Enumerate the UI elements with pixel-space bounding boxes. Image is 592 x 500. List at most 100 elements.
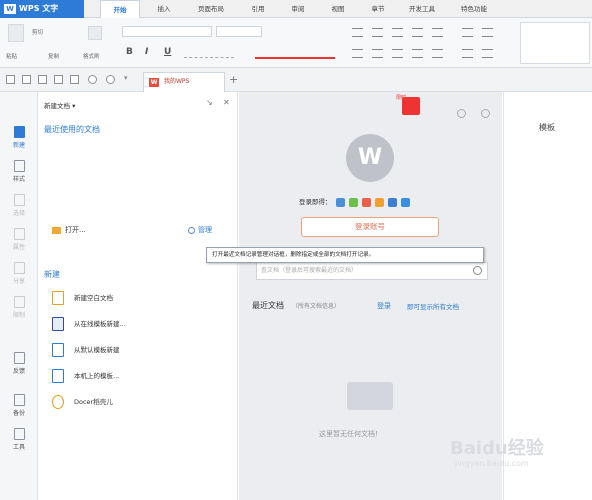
paste-icon[interactable] <box>8 24 24 42</box>
search-icon[interactable] <box>473 266 482 275</box>
roaming-perk-icon <box>374 197 384 207</box>
font-effects-group[interactable] <box>184 49 234 58</box>
gift-icon[interactable] <box>402 97 420 115</box>
print-preview-icon[interactable] <box>70 75 79 84</box>
docer-item[interactable]: Docer稻壳儿 <box>52 394 113 412</box>
tab-page-layout[interactable]: 页面布局 <box>185 0 237 18</box>
tab-references[interactable]: 引用 <box>240 0 276 18</box>
menu-bar: W WPS 文字 开始 插入 页面布局 引用 审阅 视图 章节 开发工具 特色功能 <box>0 0 592 18</box>
numbering-icon[interactable] <box>372 28 383 37</box>
sort-icon[interactable] <box>432 28 443 37</box>
sidebar-label: 分享 <box>12 278 25 285</box>
font-name-select[interactable] <box>122 26 212 37</box>
tab-view[interactable]: 视图 <box>320 0 356 18</box>
sidebar-item-style[interactable]: 样式 <box>0 156 38 190</box>
sidebar-item-feedback[interactable]: 反馈 <box>0 348 38 382</box>
restrict-icon <box>13 296 25 308</box>
bold-button[interactable]: B <box>126 47 133 57</box>
new-doc-icon <box>13 126 25 138</box>
align-left-icon[interactable] <box>352 49 363 58</box>
doc-tab-my-wps[interactable]: W 我的WPS <box>143 72 225 92</box>
italic-button[interactable]: I <box>145 47 148 57</box>
tab-features[interactable]: 特色功能 <box>450 0 498 18</box>
watermark-url: jingyan.baidu.com <box>455 459 529 468</box>
panel-title[interactable]: 新建文档 ▾ <box>44 100 75 110</box>
login-button[interactable]: 登录账号 <box>301 217 439 237</box>
sidebar-item-new[interactable]: 新建 <box>0 122 38 156</box>
sidebar-label: 属性 <box>12 244 25 251</box>
new-from-default-template-item[interactable]: 从默认模板新建 <box>52 342 120 360</box>
new-blank-doc-item[interactable]: 新建空白文档 <box>52 290 113 308</box>
list-item-label: Docer稻壳儿 <box>74 398 113 406</box>
pin-icon[interactable]: ↘ <box>206 98 213 107</box>
font-size-select[interactable] <box>216 26 262 37</box>
copy-button[interactable]: 复制 <box>48 52 59 60</box>
new-document-panel: 新建文档 ▾ ↘ ✕ 最近使用的文档 打开... 管理 新建 新建空白文档 从在… <box>38 92 238 500</box>
empty-state-text: 这里暂无任何文档! <box>319 430 378 438</box>
show-marks-icon[interactable] <box>482 28 493 37</box>
format-painter-icon[interactable] <box>88 26 102 40</box>
new-from-online-template-item[interactable]: 从在线模板新建... <box>52 316 126 334</box>
login-prompt: 登录即得： <box>299 198 332 206</box>
align-center-icon[interactable] <box>372 49 383 58</box>
export-pdf-icon[interactable] <box>38 75 47 84</box>
align-right-icon[interactable] <box>392 49 403 58</box>
settings-icon[interactable] <box>481 109 490 118</box>
docer-icon <box>52 395 64 409</box>
manage-label: 管理 <box>198 226 212 234</box>
tab-section[interactable]: 章节 <box>360 0 396 18</box>
skin-perk-icon <box>348 197 358 207</box>
manage-tooltip: 打开最近文档记录管理对话框，删除指定或全部的文档打开记录。 <box>206 247 484 263</box>
quick-access-bar: ▾ W 我的WPS + <box>0 68 592 92</box>
manage-link[interactable]: 管理 <box>188 225 212 235</box>
style-gallery[interactable] <box>520 22 590 64</box>
borders-icon[interactable] <box>482 49 493 58</box>
redo-icon[interactable] <box>106 75 115 84</box>
save-icon[interactable] <box>22 75 31 84</box>
format-painter-label: 格式刷 <box>83 54 100 60</box>
login-link[interactable]: 登录 <box>377 301 391 311</box>
font-color-group[interactable] <box>255 49 335 59</box>
sidebar-item-share[interactable]: 分享 <box>0 258 38 292</box>
undo-icon[interactable] <box>88 75 97 84</box>
search-input[interactable]: 查文档（登录后可搜索最近的文档） <box>256 262 488 280</box>
sidebar-item-backup[interactable]: 备份 <box>0 390 38 424</box>
sidebar-item-tools[interactable]: 工具 <box>0 424 38 458</box>
open-link[interactable]: 打开... <box>52 225 86 235</box>
underline-button[interactable]: U <box>164 47 171 57</box>
skin-icon[interactable] <box>457 109 466 118</box>
close-icon[interactable]: ✕ <box>223 98 230 107</box>
backup-icon <box>13 394 25 406</box>
sidebar-label: 工具 <box>12 444 25 451</box>
cut-button[interactable]: 剪切 <box>32 28 43 36</box>
line-spacing-icon[interactable] <box>462 28 473 37</box>
sidebar-item-restrict[interactable]: 限制 <box>0 292 38 326</box>
tab-review[interactable]: 审阅 <box>280 0 316 18</box>
list-item-label: 新建空白文档 <box>74 294 113 302</box>
feedback-icon <box>13 352 25 364</box>
tab-insert[interactable]: 插入 <box>146 0 182 18</box>
list-item-label: 从在线模板新建... <box>74 320 126 328</box>
menu-icon[interactable] <box>6 75 15 84</box>
customize-chevron-icon[interactable]: ▾ <box>124 75 133 84</box>
recent-docs-heading: 最近使用的文档 <box>44 125 100 134</box>
sidebar-label: 限制 <box>12 312 25 319</box>
sidebar-item-select[interactable]: 选择 <box>0 190 38 224</box>
justify-icon[interactable] <box>412 49 423 58</box>
open-label: 打开... <box>65 226 86 234</box>
bullets-icon[interactable] <box>352 28 363 37</box>
recent-docs-title: 最近文档 （所有文档信息） <box>252 300 340 311</box>
new-tab-button[interactable]: + <box>229 73 238 86</box>
outdent-icon[interactable] <box>412 28 423 37</box>
indent-icon[interactable] <box>392 28 403 37</box>
tab-home[interactable]: 开始 <box>100 0 140 18</box>
search-placeholder: 查文档（登录后可搜索最近的文档） <box>261 267 358 274</box>
print-icon[interactable] <box>54 75 63 84</box>
shading-icon[interactable] <box>462 49 473 58</box>
sidebar-label: 反馈 <box>12 368 25 375</box>
app-menu-button[interactable]: W WPS 文字 <box>0 0 84 18</box>
sidebar-item-properties[interactable]: 属性 <box>0 224 38 258</box>
local-templates-item[interactable]: 本机上的模板... <box>52 368 119 386</box>
tab-developer[interactable]: 开发工具 <box>398 0 446 18</box>
distribute-icon[interactable] <box>432 49 443 58</box>
